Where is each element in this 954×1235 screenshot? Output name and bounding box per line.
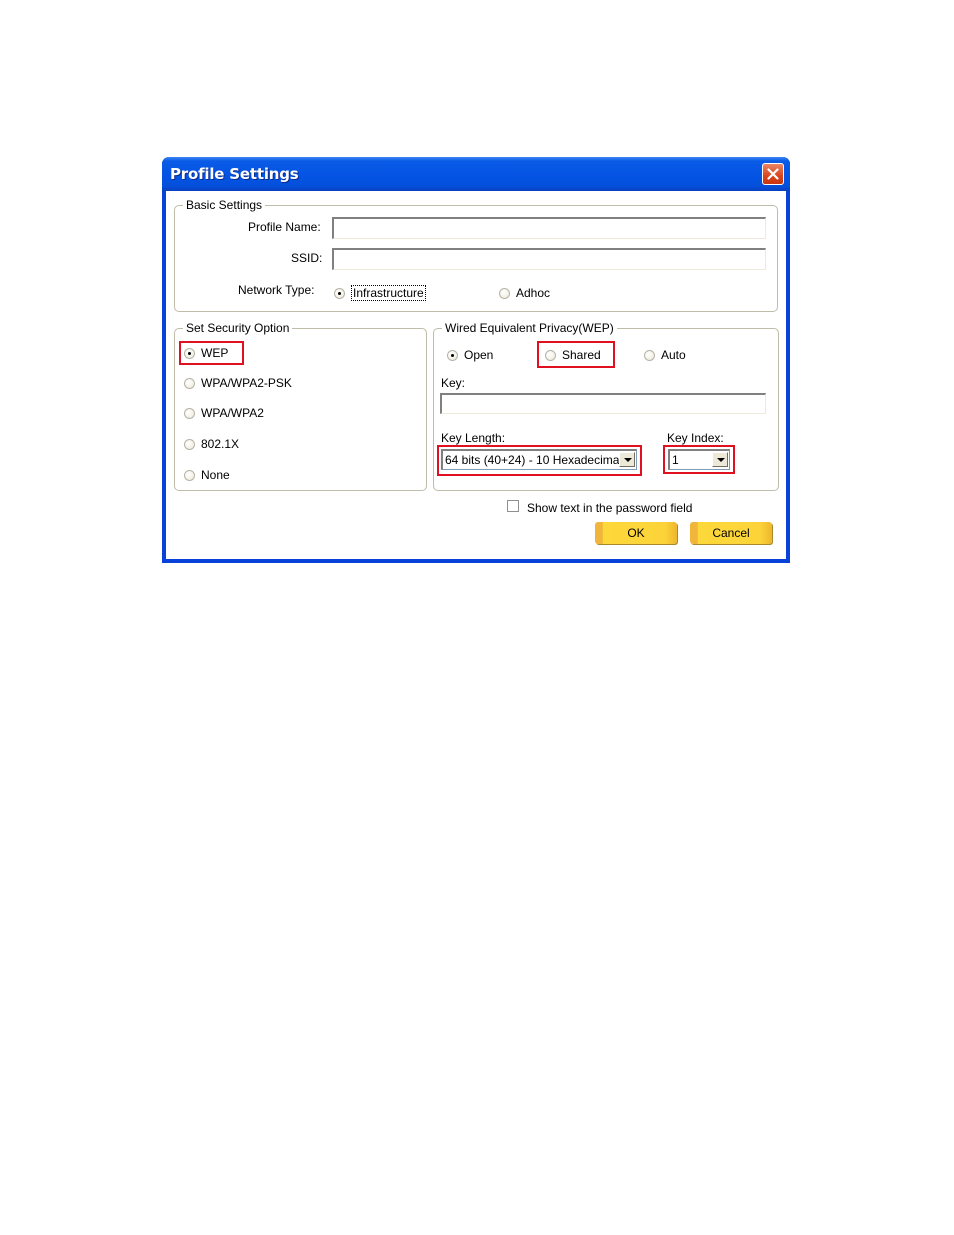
radio-shared[interactable]: Shared: [545, 348, 601, 362]
radio-auto[interactable]: Auto: [644, 348, 686, 362]
show-text-label: Show text in the password field: [527, 501, 693, 515]
radio-indicator: [545, 349, 556, 361]
key-input[interactable]: [440, 393, 766, 414]
radio-indicator: [184, 407, 195, 419]
radio-label: Adhoc: [516, 286, 551, 300]
wep-legend: Wired Equivalent Privacy(WEP): [445, 321, 614, 335]
chevron-down-icon[interactable]: [619, 452, 635, 467]
radio-indicator: [184, 469, 195, 481]
radio-label: Shared: [562, 348, 601, 362]
profile-name-label: Profile Name:: [248, 220, 321, 234]
ssid-input[interactable]: [332, 248, 766, 270]
profile-settings-dialog: Profile Settings Basic Settings Profile …: [162, 157, 790, 563]
cancel-button[interactable]: Cancel: [690, 522, 772, 544]
radio-wpa-wpa2-psk[interactable]: WPA/WPA2-PSK: [184, 376, 292, 390]
key-index-dropdown[interactable]: 1: [668, 449, 730, 470]
network-type-label: Network Type:: [238, 283, 315, 297]
profile-name-input[interactable]: [332, 217, 766, 239]
radio-label: WPA/WPA2-PSK: [201, 376, 292, 390]
close-icon: [767, 168, 779, 180]
radio-label: WEP: [201, 346, 229, 360]
radio-open[interactable]: Open: [447, 348, 493, 362]
title-bar[interactable]: Profile Settings: [162, 157, 790, 191]
radio-indicator: [447, 349, 458, 361]
radio-label: Infrastructure: [351, 285, 426, 301]
radio-none[interactable]: None: [184, 468, 230, 482]
radio-infrastructure[interactable]: Infrastructure: [334, 285, 426, 301]
radio-indicator: [184, 438, 195, 450]
close-button[interactable]: [762, 163, 784, 185]
key-length-label: Key Length:: [441, 431, 506, 445]
radio-label: None: [201, 468, 230, 482]
key-length-dropdown[interactable]: 64 bits (40+24) - 10 Hexadecimal: [441, 449, 637, 470]
chevron-down-icon[interactable]: [712, 452, 728, 467]
radio-label: WPA/WPA2: [201, 406, 264, 420]
basic-settings-legend: Basic Settings: [186, 198, 263, 212]
key-index-label: Key Index:: [667, 431, 724, 445]
key-length-value: 64 bits (40+24) - 10 Hexadecimal: [445, 453, 620, 467]
radio-indicator: [334, 287, 345, 299]
radio-indicator: [184, 347, 195, 359]
radio-label: 802.1X: [201, 437, 240, 451]
key-label: Key:: [441, 376, 466, 390]
radio-indicator: [644, 349, 655, 361]
key-index-value: 1: [672, 453, 679, 467]
radio-indicator: [184, 377, 195, 389]
radio-indicator: [499, 287, 510, 299]
radio-wep[interactable]: WEP: [184, 346, 228, 360]
ssid-label: SSID:: [291, 251, 323, 265]
dialog-body: Basic Settings Profile Name: SSID: Netwo…: [166, 191, 786, 559]
show-text-checkbox[interactable]: [507, 500, 519, 512]
radio-wpa-wpa2[interactable]: WPA/WPA2: [184, 406, 264, 420]
security-option-legend: Set Security Option: [186, 321, 290, 335]
dialog-title: Profile Settings: [170, 165, 299, 183]
ok-button[interactable]: OK: [595, 522, 677, 544]
radio-label: Auto: [661, 348, 686, 362]
radio-label: Open: [464, 348, 494, 362]
radio-adhoc[interactable]: Adhoc: [499, 286, 550, 300]
radio-8021x[interactable]: 802.1X: [184, 437, 239, 451]
